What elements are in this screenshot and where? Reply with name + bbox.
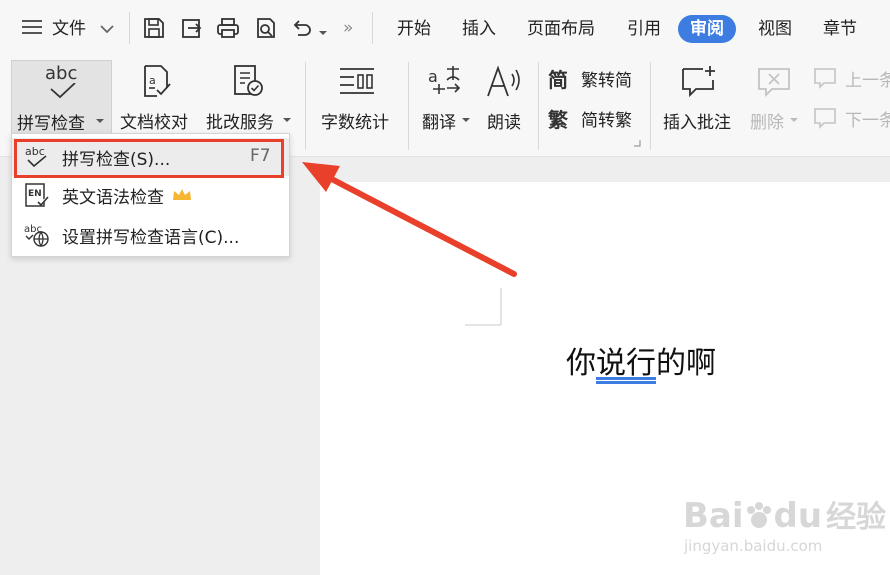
tab-review[interactable]: 审阅 — [678, 15, 736, 43]
tab-chapter[interactable]: 章节 — [823, 15, 857, 43]
paw-icon — [746, 502, 771, 528]
save-icon[interactable] — [140, 14, 168, 42]
delete-comment-label: 删除 — [750, 113, 784, 133]
divider — [305, 62, 306, 150]
spell-language-globe-icon: abc — [22, 222, 52, 248]
spell-check-icon: abc — [45, 63, 78, 99]
document-proof-icon: a — [144, 65, 171, 97]
tab-view[interactable]: 视图 — [758, 15, 792, 43]
chevron-down-icon[interactable] — [99, 20, 115, 39]
highlight-box — [14, 139, 284, 178]
menu-item-set-spell-language[interactable]: abc 设置拼写检查语言(C)... — [12, 216, 289, 254]
previous-comment-icon — [814, 68, 836, 89]
divider — [408, 62, 409, 150]
tab-page-layout[interactable]: 页面布局 — [527, 15, 595, 43]
traditional-to-simplified-label: 繁转简 — [581, 71, 632, 91]
annotation-arrow — [302, 162, 517, 277]
watermark-jingyan: 经验 — [826, 500, 887, 535]
document-text-before: 你 — [566, 346, 596, 381]
review-service-label: 批改服务 — [206, 113, 274, 133]
svg-text:a: a — [428, 67, 438, 86]
menu-item-label: 英文语法检查 — [62, 187, 164, 208]
previous-comment-label: 上一条 — [845, 71, 890, 91]
next-comment-button[interactable]: 下一条 — [812, 104, 890, 134]
previous-comment-button[interactable]: 上一条 — [812, 64, 890, 94]
review-service-button[interactable]: 批改服务 — [203, 60, 295, 134]
group-expand-icon[interactable] — [634, 140, 641, 147]
review-service-icon — [234, 65, 263, 96]
spell-check-label: 拼写检查 — [17, 114, 85, 134]
watermark-logo: Bai du 经验 — [683, 492, 886, 536]
next-comment-label: 下一条 — [845, 111, 890, 131]
read-aloud-button[interactable]: 朗读 — [480, 60, 536, 134]
traditional-to-simplified-button[interactable]: 简 繁转简 — [548, 64, 642, 94]
divider — [372, 12, 373, 44]
read-aloud-label: 朗读 — [487, 113, 521, 133]
traditional-char-icon: 繁 — [548, 108, 568, 132]
watermark-url: jingyan.baidu.com — [684, 537, 823, 555]
tab-home[interactable]: 开始 — [397, 15, 431, 43]
next-comment-icon — [814, 108, 836, 129]
translate-button[interactable]: a 翻译 — [417, 60, 473, 134]
simplified-char-icon: 简 — [548, 68, 568, 92]
word-count-button[interactable]: 字数统计 — [318, 60, 398, 134]
spell-check-button[interactable]: abc 拼写检查 — [11, 60, 112, 136]
file-menu[interactable]: 文件 — [52, 15, 86, 43]
translate-icon: a — [428, 66, 461, 94]
document-proofread-label: 文档校对 — [120, 113, 188, 133]
export-pdf-icon[interactable] — [178, 14, 206, 42]
svg-text:EN: EN — [28, 189, 42, 199]
translate-label: 翻译 — [422, 113, 456, 133]
divider — [538, 62, 539, 150]
watermark-brand: Bai — [683, 496, 744, 536]
delete-comment-button[interactable]: 删除 — [746, 60, 802, 134]
menu-item-label: 设置拼写检查语言(C)... — [62, 227, 240, 248]
insert-comment-label: 插入批注 — [663, 113, 731, 133]
misspelled-word[interactable]: 说行 — [596, 346, 656, 381]
delete-comment-icon — [758, 68, 790, 98]
margin-corner-mark — [465, 288, 502, 326]
read-aloud-icon — [487, 65, 520, 97]
word-count-icon — [340, 68, 374, 94]
undo-dropdown-icon[interactable] — [318, 22, 328, 41]
document-text-after: 的啊 — [656, 346, 716, 381]
divider — [650, 62, 651, 150]
crown-icon — [173, 189, 191, 200]
word-count-label: 字数统计 — [321, 113, 389, 133]
simplified-to-traditional-label: 简转繁 — [581, 111, 632, 131]
insert-comment-button[interactable]: 插入批注 — [658, 60, 742, 134]
document-text[interactable]: 你说行的啊 — [566, 338, 716, 382]
english-grammar-icon: EN — [22, 182, 52, 208]
spell-check-icon-text: abc — [45, 63, 78, 84]
menu-item-english-grammar[interactable]: EN 英文语法检查 — [12, 176, 289, 214]
svg-text:a: a — [149, 74, 156, 87]
hamburger-menu-icon[interactable] — [22, 19, 42, 39]
tab-references[interactable]: 引用 — [627, 15, 661, 43]
tab-insert[interactable]: 插入 — [462, 15, 496, 43]
more-chevrons-icon[interactable]: » — [343, 18, 353, 38]
print-preview-icon[interactable] — [252, 14, 280, 42]
simplified-to-traditional-button[interactable]: 繁 简转繁 — [548, 104, 642, 134]
print-icon[interactable] — [214, 14, 242, 42]
watermark-brand-suffix: du — [773, 496, 823, 536]
title-bar: 文件 » 开始 插入 页面布局 引用 审阅 视图 章节 — [0, 0, 890, 56]
divider — [129, 12, 130, 44]
undo-icon[interactable] — [288, 14, 316, 42]
document-proofread-button[interactable]: a 文档校对 — [117, 60, 197, 134]
insert-comment-icon — [682, 66, 715, 98]
